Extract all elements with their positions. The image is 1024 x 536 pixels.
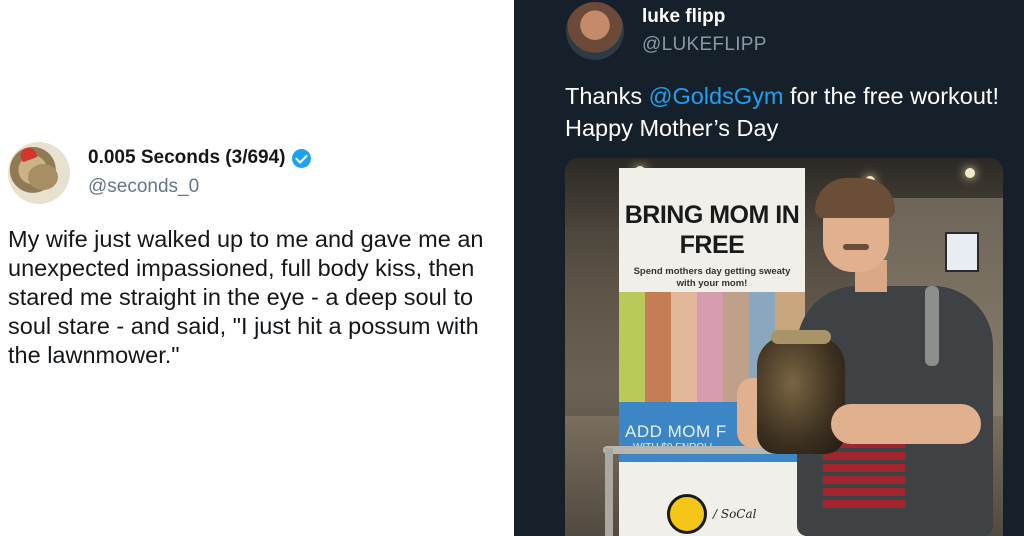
avatar[interactable] <box>8 142 70 204</box>
banner-cta: ADD MOM F <box>625 422 727 441</box>
tweet-text: My wife just walked up to me and gave me… <box>8 226 484 368</box>
verified-badge-icon <box>291 148 311 168</box>
left-tweet: 0.005 Seconds (3/694) @seconds_0 My wife… <box>0 0 514 536</box>
urn-lid <box>771 330 831 344</box>
author-handle[interactable]: @LUKEFLIPP <box>642 34 767 56</box>
santa-hat <box>18 145 38 163</box>
right-tweet: luke flipp @LUKEFLIPP Thanks @GoldsGym f… <box>514 0 1024 536</box>
banner-logo-row: / SoCal <box>667 494 756 534</box>
tweet-photo[interactable]: BRING MOM IN FREE Spend mothers day gett… <box>565 158 1003 536</box>
ceiling-light <box>965 168 975 178</box>
golds-gym-logo-icon <box>667 494 707 534</box>
author-row: 0.005 Seconds (3/694) <box>88 147 311 169</box>
mention-link[interactable]: @GoldsGym <box>649 83 784 109</box>
urn <box>757 336 845 454</box>
man-arm-right <box>831 404 981 444</box>
railing-post <box>605 448 613 536</box>
banner-subtext: Spend mothers day getting sweaty with yo… <box>633 266 791 289</box>
avatar[interactable] <box>566 2 624 60</box>
man-mustache <box>843 244 869 250</box>
banner-region: / SoCal <box>713 507 757 521</box>
avatar-face <box>28 164 58 190</box>
author-handle[interactable]: @seconds_0 <box>88 176 199 198</box>
backpack-strap <box>925 286 939 366</box>
tweet-text: Thanks @GoldsGym for the free workout! H… <box>565 80 1005 144</box>
author-name[interactable]: 0.005 Seconds (3/694) <box>88 147 286 169</box>
tweet-text-prefix: Thanks <box>565 83 649 109</box>
banner-headline: BRING MOM IN FREE <box>624 201 800 259</box>
gym-screen <box>945 232 979 272</box>
author-name[interactable]: luke flipp <box>642 6 725 28</box>
